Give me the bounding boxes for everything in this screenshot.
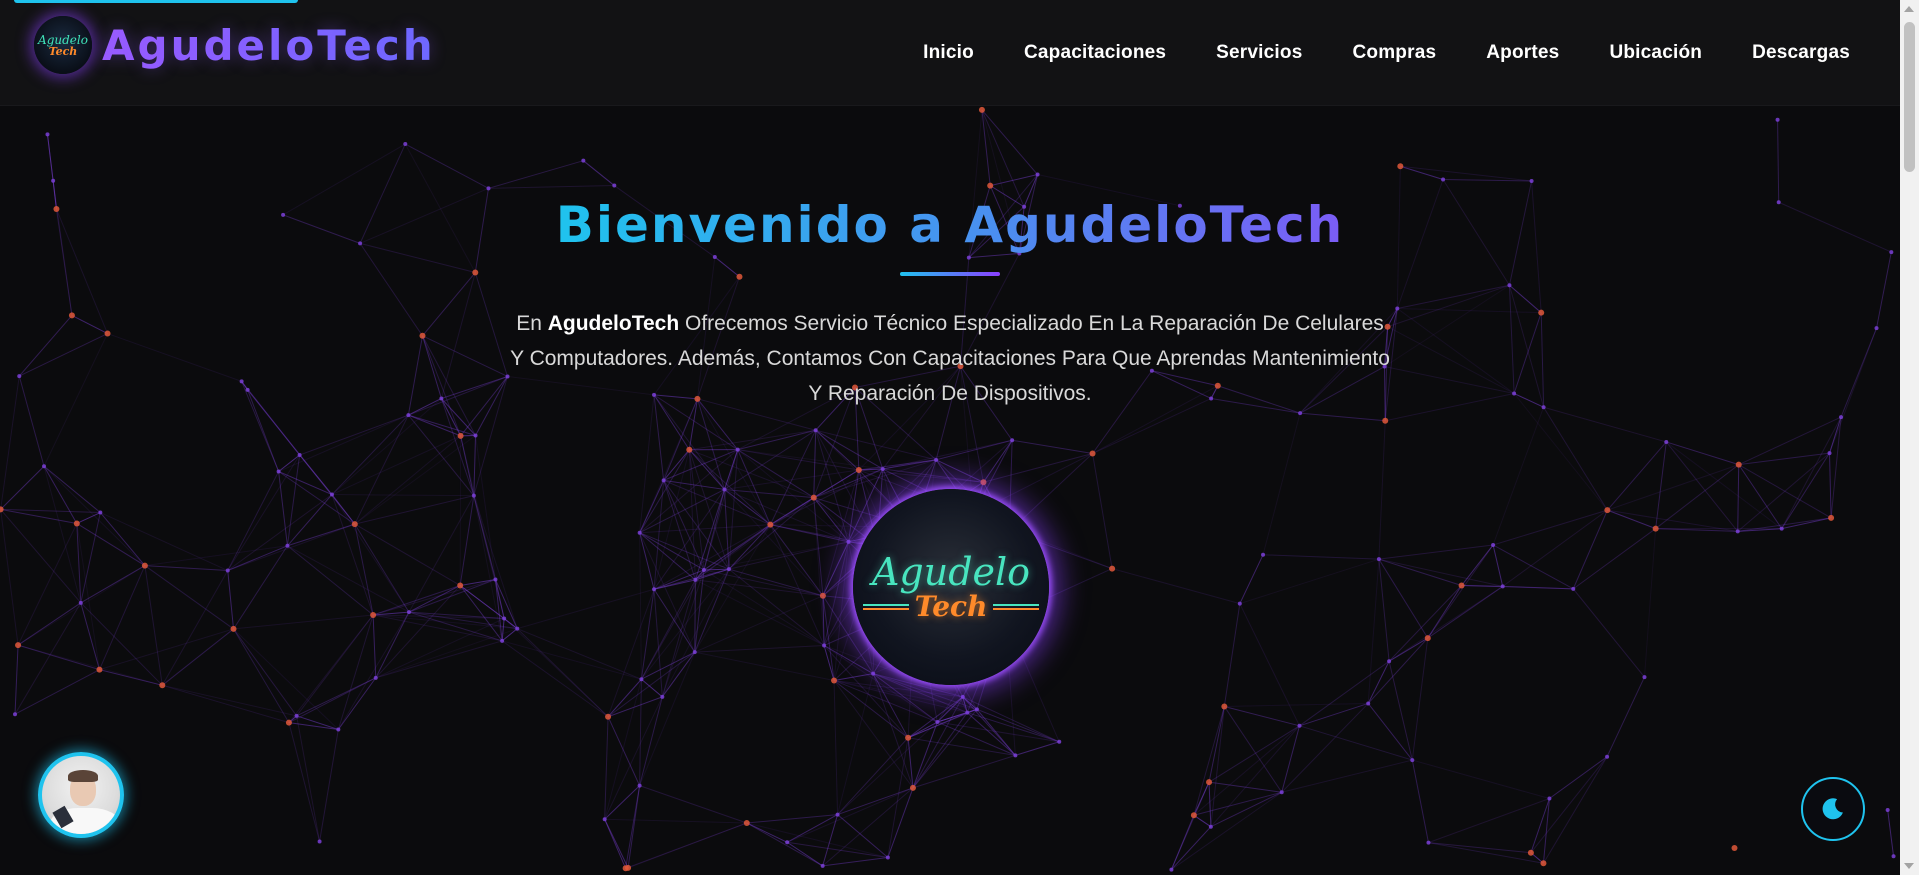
nav-link-servicios[interactable]: Servicios bbox=[1216, 42, 1302, 64]
nav-link-aportes[interactable]: Aportes bbox=[1486, 42, 1559, 64]
chat-avatar-button[interactable] bbox=[38, 752, 124, 838]
nav-link-compras[interactable]: Compras bbox=[1352, 42, 1436, 64]
scroll-thumb[interactable] bbox=[1904, 22, 1915, 172]
hero-logo: Agudelo Tech bbox=[853, 489, 1049, 685]
nav-menu: Inicio Capacitaciones Servicios Compras … bbox=[873, 0, 1850, 106]
brand-name: AgudeloTech bbox=[102, 20, 436, 70]
moon-icon bbox=[1822, 798, 1843, 820]
page-scrollbar[interactable] bbox=[1900, 0, 1919, 875]
nav-link-capacitaciones[interactable]: Capacitaciones bbox=[1024, 42, 1166, 64]
nav-link-inicio[interactable]: Inicio bbox=[923, 42, 974, 64]
scroll-down-arrow-icon[interactable] bbox=[1904, 863, 1914, 869]
nav-link-ubicacion[interactable]: Ubicación bbox=[1609, 42, 1702, 64]
hero-logo-text-bottom: Tech bbox=[914, 590, 988, 623]
hero-description-pre: En bbox=[516, 312, 548, 335]
theme-toggle-button[interactable] bbox=[1801, 777, 1865, 841]
hero-logo-text-top: Agudelo bbox=[871, 550, 1031, 594]
scroll-up-arrow-icon[interactable] bbox=[1904, 6, 1914, 12]
hero-description: En AgudeloTech Ofrecemos Servicio Técnic… bbox=[510, 306, 1390, 411]
brand-logo: Agudelo Tech bbox=[34, 16, 92, 74]
brand[interactable]: Agudelo Tech AgudeloTech bbox=[34, 16, 436, 74]
hero-title-text: Bienvenido a AgudeloTech bbox=[555, 196, 1345, 254]
title-underline bbox=[900, 272, 1000, 276]
hero-logo-bar-right bbox=[993, 604, 1040, 610]
hero-section: Bienvenido a AgudeloTech En AgudeloTech … bbox=[0, 106, 1900, 875]
hero-description-brand: AgudeloTech bbox=[547, 312, 680, 335]
hero-title: Bienvenido a AgudeloTech bbox=[0, 196, 1900, 254]
nav-link-descargas[interactable]: Descargas bbox=[1752, 42, 1850, 64]
scroll-progress-bar bbox=[14, 0, 298, 3]
hero-logo-bottom-row: Tech bbox=[862, 590, 1040, 623]
brand-logo-text-bottom: Tech bbox=[48, 44, 78, 58]
hero-logo-bar-left bbox=[862, 604, 909, 610]
brand-logo-text-top: Agudelo bbox=[38, 32, 88, 47]
navbar: Agudelo Tech AgudeloTech Inicio Capacita… bbox=[0, 0, 1900, 106]
